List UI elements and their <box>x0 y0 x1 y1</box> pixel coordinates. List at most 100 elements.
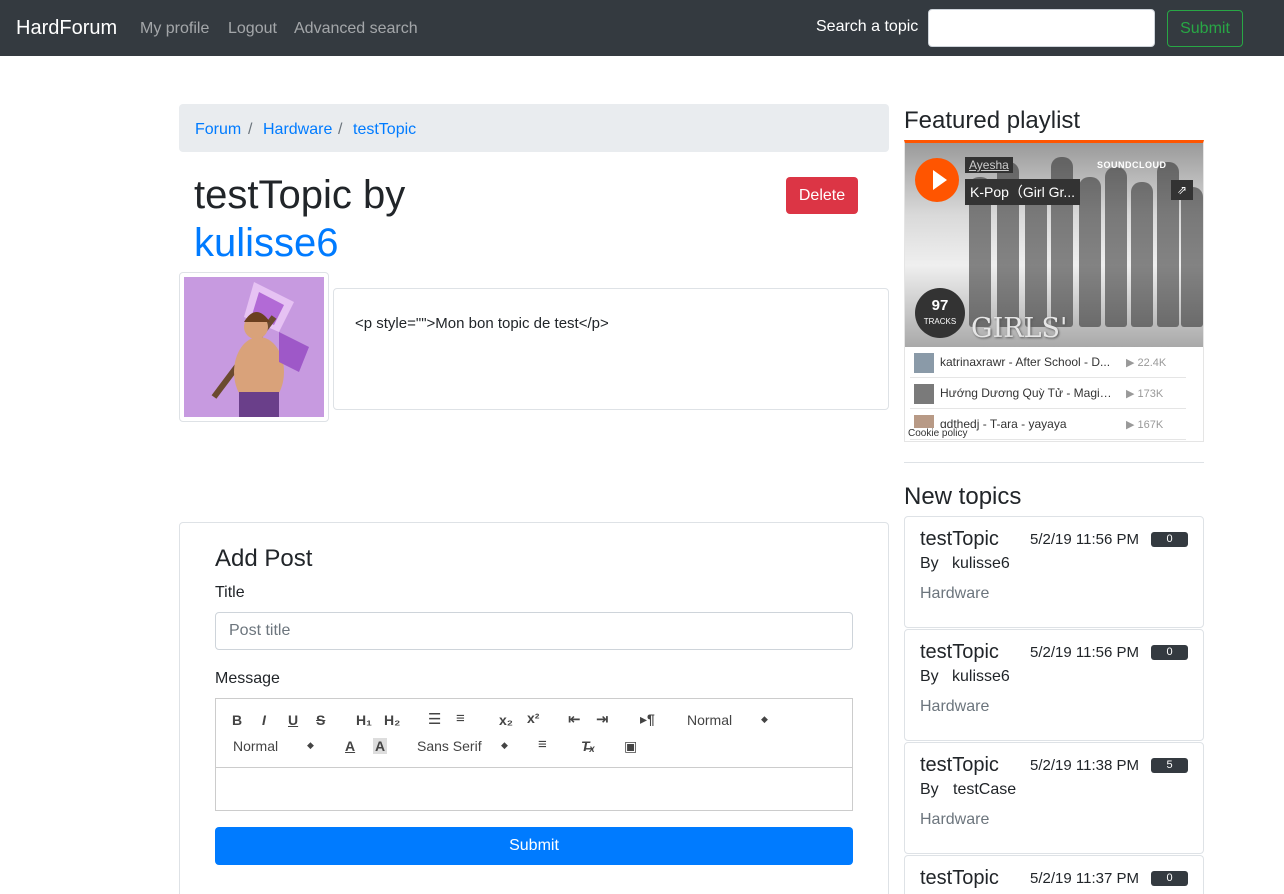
track-row[interactable]: katrinaxrawr - After School - D... ▶ 22.… <box>910 348 1186 378</box>
new-topic-author: kulisse6 <box>952 555 1010 572</box>
breadcrumb-hardware[interactable]: Hardware <box>263 121 332 139</box>
breadcrumb-separator: / <box>338 121 343 138</box>
new-topic-category: Hardware <box>920 811 990 828</box>
tracks-count-badge: 97 TRACKS <box>915 288 965 338</box>
text-color-icon[interactable]: A <box>345 738 355 754</box>
artwork-text: GIRLS' GENERATION <box>971 313 1168 347</box>
by-label: By <box>920 781 939 798</box>
new-topic-date: 5/2/19 11:37 PM <box>1030 870 1139 887</box>
new-topic-card[interactable]: testTopic 5/2/19 11:38 PM 5 By testCase … <box>904 742 1204 854</box>
avatar-image <box>184 277 324 417</box>
subscript-icon[interactable]: x₂ <box>499 712 513 728</box>
track-name: Hướng Dương Quỳ Tử - Magic ... <box>940 386 1116 400</box>
breadcrumb-topic[interactable]: testTopic <box>353 121 416 139</box>
search-submit-button[interactable]: Submit <box>1167 10 1243 47</box>
search-label: Search a topic <box>816 18 919 35</box>
topic-message: <p style="">Mon bon topic de test</p> <box>355 315 609 332</box>
outdent-icon[interactable]: ⇤ <box>568 710 581 728</box>
image-icon[interactable]: ▣ <box>624 738 637 755</box>
track-plays: ▶ 167K <box>1126 419 1164 431</box>
header2-icon[interactable]: H₂ <box>384 712 400 728</box>
bold-icon[interactable]: B <box>232 712 242 728</box>
new-topic-title[interactable]: testTopic <box>920 754 999 777</box>
header1-icon[interactable]: H₁ <box>356 712 372 728</box>
message-editor[interactable] <box>215 767 853 811</box>
add-post-form: Add Post Title Post title Message B I U … <box>179 522 889 894</box>
new-topic-title[interactable]: testTopic <box>920 528 999 551</box>
ordered-list-icon[interactable]: ☰ <box>428 710 441 728</box>
new-topic-title[interactable]: testTopic <box>920 641 999 664</box>
new-topic-date: 5/2/19 11:56 PM <box>1030 531 1139 548</box>
avatar <box>179 272 329 422</box>
nav-advanced-search[interactable]: Advanced search <box>294 20 418 38</box>
underline-icon[interactable]: U <box>288 712 298 728</box>
play-icon <box>933 170 947 190</box>
tracks-label: TRACKS <box>923 317 957 326</box>
new-topic-category: Hardware <box>920 698 990 715</box>
navbar: HardForum My profile Logout Advanced sea… <box>0 0 1284 56</box>
editor-toolbar: B I U S H₁ H₂ ☰ ≡ x₂ x² ⇤ ⇥ ▸¶ Normal ◆ … <box>215 698 853 768</box>
new-topic-author: kulisse6 <box>952 668 1010 685</box>
nav-my-profile[interactable]: My profile <box>140 20 209 38</box>
chevron-down-icon: ◆ <box>501 740 508 750</box>
new-topic-date: 5/2/19 11:38 PM <box>1030 757 1139 774</box>
track-plays: ▶ 173K <box>1126 388 1164 400</box>
new-topic-category: Hardware <box>920 585 990 602</box>
tracks-count: 97 <box>931 297 949 314</box>
sidebar-divider <box>904 462 1204 463</box>
chevron-down-icon: ◆ <box>307 740 314 750</box>
track-name: katrinaxrawr - After School - D... <box>940 355 1111 369</box>
new-topic-date: 5/2/19 11:56 PM <box>1030 644 1139 661</box>
track-thumbnail <box>914 384 934 404</box>
text-direction-icon[interactable]: ▸¶ <box>640 711 655 728</box>
bullet-list-icon[interactable]: ≡ <box>456 710 465 727</box>
chevron-down-icon: ◆ <box>761 714 768 724</box>
brand-link[interactable]: HardForum <box>16 17 117 40</box>
message-label: Message <box>215 670 280 687</box>
cookie-policy-link[interactable]: Cookie policy <box>906 428 970 439</box>
strike-icon[interactable]: S <box>316 712 325 728</box>
post-title-input[interactable]: Post title <box>215 612 853 650</box>
breadcrumb-separator: / <box>248 121 253 138</box>
breadcrumb-forum[interactable]: Forum <box>195 121 241 139</box>
topic-author-link[interactable]: kulisse6 <box>194 220 339 266</box>
new-topic-card[interactable]: testTopic 5/2/19 11:37 PM 0 <box>904 855 1204 894</box>
new-topic-author: testCase <box>953 781 1017 798</box>
track-row[interactable]: Hướng Dương Quỳ Tử - Magic ... ▶ 173K <box>910 379 1186 409</box>
soundcloud-player[interactable]: Ayesha K-Pop（Girl Gr... SOUNDCLOUD ⇗ 97 … <box>904 140 1204 442</box>
topic-title: testTopic by <box>194 173 406 217</box>
playlist-title[interactable]: K-Pop（Girl Gr... <box>965 179 1081 205</box>
reply-count-badge: 0 <box>1151 871 1188 886</box>
size-select[interactable]: Normal <box>233 738 278 754</box>
align-icon[interactable]: ≡ <box>538 736 547 753</box>
background-color-icon[interactable]: A <box>373 738 388 754</box>
indent-icon[interactable]: ⇥ <box>596 710 609 728</box>
by-label: By <box>920 668 939 685</box>
reply-count-badge: 5 <box>1151 758 1188 773</box>
delete-button[interactable]: Delete <box>786 177 858 214</box>
reply-count-badge: 0 <box>1151 532 1188 547</box>
topic-message-card: <p style="">Mon bon topic de test</p> <box>333 288 889 410</box>
search-input[interactable] <box>928 9 1155 47</box>
play-button[interactable] <box>915 158 959 202</box>
new-topic-card[interactable]: testTopic 5/2/19 11:56 PM 0 By kulisse6 … <box>904 629 1204 741</box>
clear-format-icon[interactable]: T̶ₓ <box>581 738 595 754</box>
playlist-artwork: Ayesha K-Pop（Girl Gr... SOUNDCLOUD ⇗ 97 … <box>905 143 1203 347</box>
nav-logout[interactable]: Logout <box>228 20 277 38</box>
playlist-uploader[interactable]: Ayesha <box>965 157 1013 173</box>
share-icon[interactable]: ⇗ <box>1171 180 1193 200</box>
new-topics-heading: New topics <box>904 483 1022 510</box>
italic-icon[interactable]: I <box>262 712 266 728</box>
new-topic-card[interactable]: testTopic 5/2/19 11:56 PM 0 By kulisse6 … <box>904 516 1204 628</box>
track-thumbnail <box>914 353 934 373</box>
font-select[interactable]: Sans Serif <box>417 738 482 754</box>
header-select[interactable]: Normal <box>687 712 732 728</box>
post-submit-button[interactable]: Submit <box>215 827 853 865</box>
title-label: Title <box>215 584 245 601</box>
new-topic-title[interactable]: testTopic <box>920 867 999 890</box>
soundcloud-logo[interactable]: SOUNDCLOUD <box>1097 160 1167 170</box>
featured-playlist-heading: Featured playlist <box>904 107 1081 134</box>
track-plays: ▶ 22.4K <box>1126 357 1167 369</box>
by-label: By <box>920 555 939 572</box>
superscript-icon[interactable]: x² <box>527 710 539 726</box>
